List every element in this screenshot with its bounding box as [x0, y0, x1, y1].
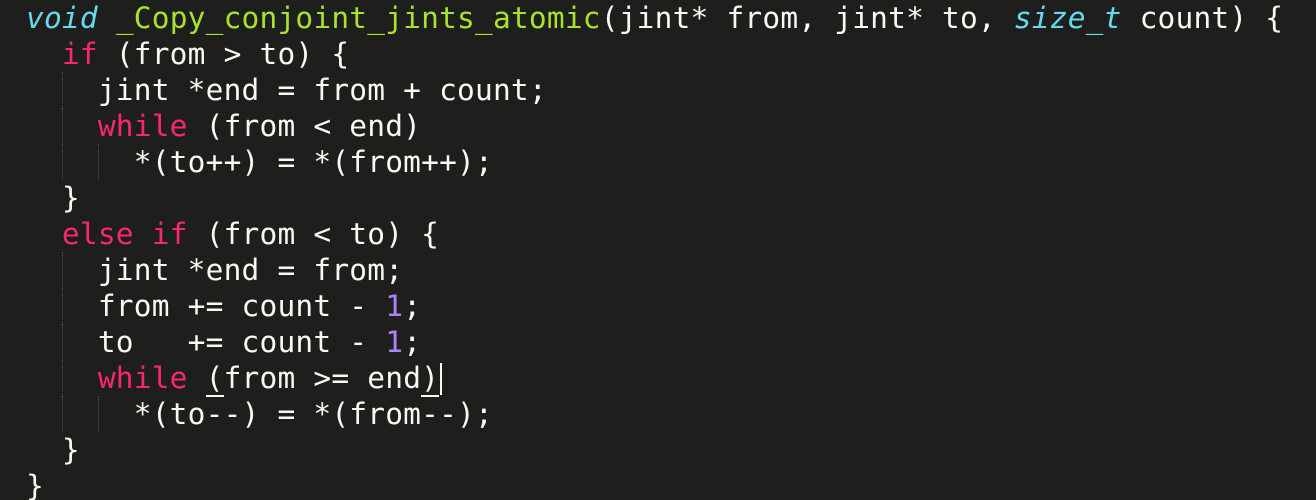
code-line[interactable]: jint *end = from + count; [26, 72, 1283, 108]
code-token: (from > to) { [97, 37, 350, 71]
code-token: jint *end = from; [97, 253, 404, 287]
keyword-token: while [97, 361, 188, 395]
indent-guide [61, 324, 63, 360]
code-line[interactable]: } [26, 180, 1283, 216]
type-token: void [26, 1, 98, 35]
keyword-token: if [61, 37, 98, 71]
code-line[interactable]: else if (from < to) { [26, 216, 1283, 252]
code-line[interactable]: if (from > to) { [26, 36, 1283, 72]
code-editor[interactable]: void _Copy_conjoint_jints_atomic(jint* f… [0, 0, 1316, 500]
matched-paren-token: ( [205, 361, 224, 397]
code-view[interactable]: void _Copy_conjoint_jints_atomic(jint* f… [26, 0, 1283, 500]
type-token: size_t [1013, 1, 1122, 35]
keyword-token: while [97, 109, 188, 143]
code-token: ; [403, 325, 422, 359]
code-token: *(to--) = *(from--); [133, 397, 493, 431]
code-line[interactable]: jint *end = from; [26, 252, 1283, 288]
indent-guide [61, 144, 63, 180]
code-token: } [61, 181, 80, 215]
code-token: } [26, 469, 44, 500]
code-line[interactable]: void _Copy_conjoint_jints_atomic(jint* f… [26, 0, 1283, 36]
text-cursor [440, 363, 443, 395]
code-token: from += count - [97, 289, 386, 323]
code-token: (jint* from, jint* to, [600, 1, 1014, 35]
code-line[interactable]: while (from < end) [26, 108, 1283, 144]
code-token: } [61, 433, 80, 467]
function-name-token: _Copy_conjoint_jints_atomic [115, 1, 601, 35]
code-token: jint *end = from + count; [97, 73, 547, 107]
code-line[interactable]: *(to--) = *(from--); [26, 396, 1283, 432]
indent-guide [61, 252, 63, 288]
code-line[interactable]: *(to++) = *(from++); [26, 144, 1283, 180]
code-token: to += count - [97, 325, 386, 359]
code-line[interactable]: while (from >= end) [26, 360, 1283, 397]
code-token: ; [403, 289, 422, 323]
code-line[interactable]: to += count - 1; [26, 324, 1283, 360]
code-line[interactable]: } [26, 432, 1283, 468]
indent-guide [61, 72, 63, 108]
code-token: (from < to) { [187, 217, 440, 251]
code-token: count) { [1121, 1, 1284, 35]
indent-guide [97, 396, 99, 432]
code-line[interactable]: from += count - 1; [26, 288, 1283, 324]
indent-guide [61, 360, 63, 396]
code-token: (from < end) [187, 109, 422, 143]
indent-guide [61, 396, 63, 432]
number-token: 1 [385, 289, 404, 323]
indent-guide [97, 144, 99, 180]
keyword-token: else if [61, 217, 188, 251]
number-token: 1 [385, 325, 404, 359]
code-token: from >= end [223, 361, 422, 395]
indent-guide [61, 108, 63, 144]
indent-guide [61, 288, 63, 324]
code-line[interactable]: } [26, 468, 1283, 500]
matched-paren-token: ) [421, 361, 440, 397]
code-token: *(to++) = *(from++); [133, 145, 493, 179]
